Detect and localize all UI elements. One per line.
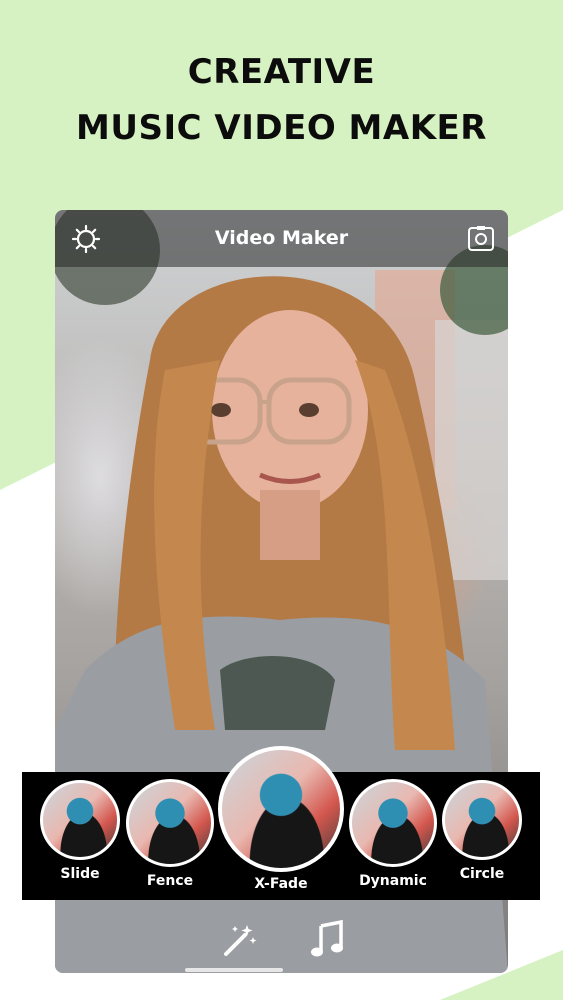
transition-slide[interactable]: Slide <box>38 780 122 882</box>
transition-circle[interactable]: Circle <box>440 780 524 882</box>
transition-label: X-Fade <box>254 876 308 892</box>
transition-thumbnail <box>442 780 522 860</box>
transition-thumbnail <box>40 780 120 860</box>
transition-label: Fence <box>146 873 194 889</box>
app-title: Video Maker <box>214 227 349 249</box>
home-indicator <box>185 968 283 972</box>
transition-label: Circle <box>459 866 505 882</box>
camera-switch-icon[interactable] <box>466 224 496 254</box>
headline-line-2: MUSIC VIDEO MAKER <box>76 108 487 148</box>
transition-x-fade[interactable]: X-Fade <box>217 746 345 892</box>
transition-thumbnail <box>349 779 437 867</box>
music-note-icon[interactable] <box>309 920 345 958</box>
transition-thumbnail <box>218 746 344 872</box>
transition-fence[interactable]: Fence <box>124 779 216 889</box>
settings-gear-icon[interactable] <box>71 224 101 254</box>
transition-label: Dynamic <box>359 873 427 889</box>
headline-line-1: CREATIVE <box>187 52 376 92</box>
transition-thumbnail <box>126 779 214 867</box>
transition-dynamic[interactable]: Dynamic <box>347 779 439 889</box>
transition-label: Slide <box>60 866 100 882</box>
magic-wand-icon[interactable] <box>221 922 257 958</box>
